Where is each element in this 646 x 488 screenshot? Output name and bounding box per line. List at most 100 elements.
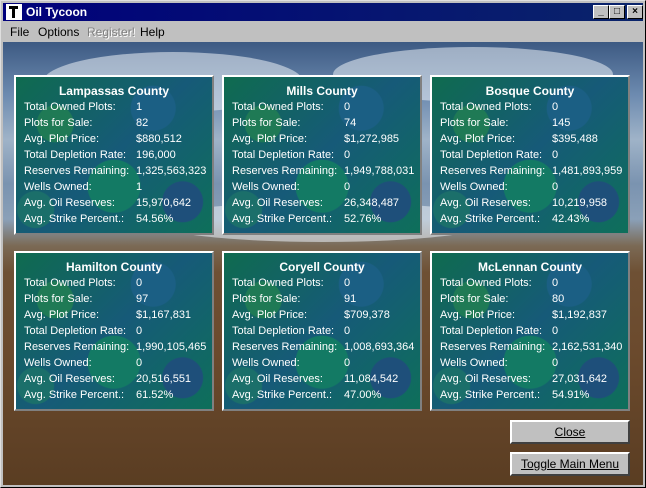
menu-file[interactable]: File	[10, 25, 29, 39]
maximize-button[interactable]: □	[609, 5, 625, 19]
stat-label: Wells Owned:	[232, 181, 300, 193]
stat-row-reserves: Reserves Remaining: 1,008,693,364	[232, 341, 418, 356]
stat-value: $880,512	[136, 133, 182, 145]
stat-value: 0	[344, 101, 351, 113]
stat-row-price: Avg. Plot Price: $1,192,837	[440, 309, 626, 324]
menu-options[interactable]: Options	[38, 25, 79, 39]
stat-row-reserves: Reserves Remaining: 1,949,788,031	[232, 165, 418, 180]
stat-row-owned: Total Owned Plots: 0	[232, 101, 418, 116]
derrick-icon[interactable]	[6, 4, 22, 20]
stat-label: Total Depletion Rate:	[232, 149, 335, 161]
stat-label: Reserves Remaining:	[440, 165, 546, 177]
stat-label: Avg. Strike Percent.:	[24, 213, 125, 225]
toggle-main-menu-label: Toggle Main Menu	[520, 457, 620, 471]
stat-label: Avg. Oil Reserves:	[24, 197, 115, 209]
stat-label: Total Depletion Rate:	[440, 325, 543, 337]
stat-value: 10,219,958	[552, 197, 608, 209]
stat-value: 91	[344, 293, 357, 305]
stat-label: Total Depletion Rate:	[24, 149, 127, 161]
stat-label: Total Owned Plots:	[440, 101, 532, 113]
stat-value: 0	[552, 325, 559, 337]
county-panel: Hamilton County Total Owned Plots: 0 Plots …	[14, 251, 214, 411]
stat-label: Plots for Sale:	[24, 293, 93, 305]
stat-row-depletion: Total Depletion Rate: 0	[232, 149, 418, 164]
stat-row-price: Avg. Plot Price: $709,378	[232, 309, 418, 324]
stat-value: 54.91%	[552, 389, 590, 401]
stat-label: Avg. Oil Reserves:	[24, 373, 115, 385]
stat-value: 54.56%	[136, 213, 174, 225]
stat-label: Avg. Strike Percent.:	[24, 389, 125, 401]
stat-row-depletion: Total Depletion Rate: 0	[232, 325, 418, 340]
stat-value: 74	[344, 117, 357, 129]
stat-row-for-sale: Plots for Sale: 91	[232, 293, 418, 308]
stat-row-for-sale: Plots for Sale: 80	[440, 293, 626, 308]
stat-value: 61.52%	[136, 389, 174, 401]
stat-value: $709,378	[344, 309, 390, 321]
stat-label: Plots for Sale:	[24, 117, 93, 129]
toggle-main-menu-button[interactable]: Toggle Main Menu	[510, 452, 630, 476]
close-window-button[interactable]: ×	[627, 5, 643, 19]
stat-value: 0	[344, 357, 351, 369]
county-panel: Mills County Total Owned Plots: 0 Plots for…	[222, 75, 422, 235]
county-name: McLennan County	[478, 260, 582, 274]
title-bar[interactable]: Oil Tycoon _ □ ×	[3, 3, 643, 21]
stat-label: Plots for Sale:	[440, 293, 509, 305]
stat-label: Total Owned Plots:	[232, 101, 324, 113]
close-button-label: Close	[554, 425, 586, 439]
stat-label: Plots for Sale:	[232, 293, 301, 305]
stat-row-oil: Avg. Oil Reserves: 10,219,958	[440, 197, 626, 212]
county-name: Hamilton County	[66, 260, 162, 274]
stat-label: Reserves Remaining:	[24, 165, 130, 177]
stat-label: Plots for Sale:	[232, 117, 301, 129]
close-button[interactable]: Close	[510, 420, 630, 444]
stat-label: Avg. Plot Price:	[232, 309, 307, 321]
stat-label: Avg. Strike Percent.:	[232, 389, 333, 401]
stat-row-wells: Wells Owned: 1	[24, 181, 210, 196]
stat-value: 97	[136, 293, 149, 305]
stat-row-reserves: Reserves Remaining: 1,990,105,465	[24, 341, 210, 356]
stat-row-reserves: Reserves Remaining: 1,325,563,323	[24, 165, 210, 180]
window-title: Oil Tycoon	[26, 5, 88, 19]
menu-options-label: Options	[38, 25, 80, 39]
stat-label: Avg. Oil Reserves:	[440, 373, 531, 385]
stat-row-wells: Wells Owned: 0	[232, 181, 418, 196]
county-name: Lampassas County	[58, 84, 170, 98]
stat-value: 1,949,788,031	[344, 165, 415, 177]
stat-label: Plots for Sale:	[440, 117, 509, 129]
stat-row-wells: Wells Owned: 0	[232, 357, 418, 372]
stat-value: 1,481,893,959	[552, 165, 623, 177]
stat-row-reserves: Reserves Remaining: 1,481,893,959	[440, 165, 626, 180]
stat-label: Reserves Remaining:	[24, 341, 130, 353]
stat-value: 27,031,642	[552, 373, 608, 385]
stat-value: $395,488	[552, 133, 598, 145]
stat-row-strike: Avg. Strike Percent.: 47.00%	[232, 389, 418, 404]
app-window: Oil Tycoon _ □ × File Options Register! …	[0, 0, 646, 488]
stat-row-strike: Avg. Strike Percent.: 52.76%	[232, 213, 418, 228]
stat-value: 0	[552, 181, 559, 193]
stat-row-price: Avg. Plot Price: $1,167,831	[24, 309, 210, 324]
stat-row-owned: Total Owned Plots: 0	[232, 277, 418, 292]
stat-label: Wells Owned:	[232, 357, 300, 369]
stat-row-strike: Avg. Strike Percent.: 61.52%	[24, 389, 210, 404]
stat-value: 52.76%	[344, 213, 382, 225]
menu-register: Register!	[87, 25, 135, 39]
stat-label: Avg. Oil Reserves:	[232, 197, 323, 209]
stat-label: Avg. Plot Price:	[24, 309, 99, 321]
stat-row-depletion: Total Depletion Rate: 0	[440, 325, 626, 340]
stat-label: Avg. Plot Price:	[232, 133, 307, 145]
minimize-button[interactable]: _	[593, 5, 609, 19]
stat-label: Total Owned Plots:	[440, 277, 532, 289]
stat-row-for-sale: Plots for Sale: 82	[24, 117, 210, 132]
stat-label: Avg. Strike Percent.:	[232, 213, 333, 225]
stat-label: Total Depletion Rate:	[440, 149, 543, 161]
stat-label: Avg. Plot Price:	[440, 309, 515, 321]
stat-value: 0	[552, 357, 559, 369]
menu-help[interactable]: Help	[140, 25, 165, 39]
stat-value: $1,167,831	[136, 309, 192, 321]
stat-label: Total Owned Plots:	[24, 277, 116, 289]
stat-label: Total Depletion Rate:	[232, 325, 335, 337]
stat-value: 42.43%	[552, 213, 590, 225]
stat-value: 1,990,105,465	[136, 341, 207, 353]
stat-row-owned: Total Owned Plots: 0	[24, 277, 210, 292]
stat-value: 80	[552, 293, 565, 305]
